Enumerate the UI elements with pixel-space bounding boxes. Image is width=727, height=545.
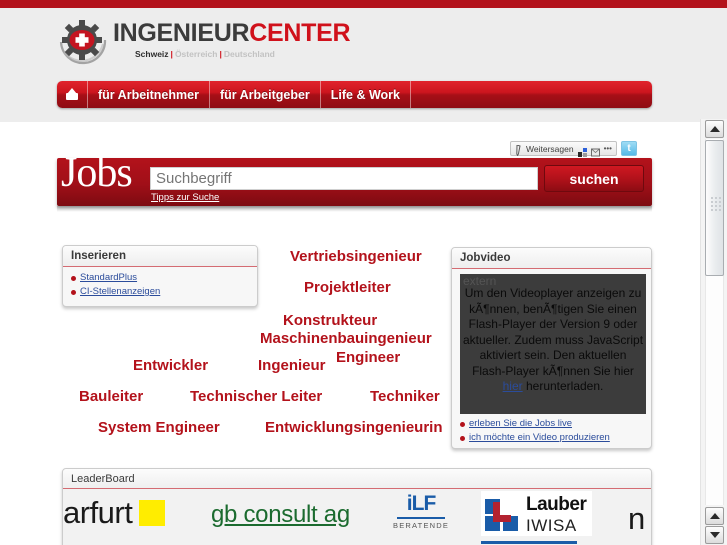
tag-cloud-item[interactable]: Engineer: [336, 350, 400, 365]
sponsor-logo-partial[interactable]: n: [628, 503, 645, 534]
jobs-heading: Jobs: [61, 150, 133, 196]
sponsor-lauber-line1: Lauber: [526, 494, 587, 515]
jobvideo-panel: Jobvideo extern Um den Videoplayer anzei…: [451, 247, 652, 449]
search-tips-link[interactable]: Tipps zur Suche: [151, 192, 219, 203]
leaderboard-body: arfurt gb consult ag iLF BERATENDE Laube…: [63, 489, 651, 545]
bullet-icon: [460, 435, 465, 441]
sponsor-partial-text: n: [628, 501, 646, 536]
sponsor-gb-text: gb consult ag: [211, 501, 350, 528]
tag-cloud-item[interactable]: Technischer Leiter: [190, 389, 322, 404]
sponsor-logo-gb-consult-ag[interactable]: gb consult ag: [211, 503, 350, 527]
chevron-up-icon: [709, 126, 720, 132]
list-item[interactable]: erleben Sie die Jobs live: [460, 418, 645, 430]
list-item[interactable]: ich möchte ein Video produzieren: [460, 432, 645, 444]
nav-item-home[interactable]: [57, 81, 88, 108]
logo-wordmark: INGENIEURCENTER: [113, 19, 351, 47]
job-tag-cloud: Vertriebsingenieur Projektleiter Konstrukt…: [62, 240, 447, 445]
sponsor-logo-lauber-iwisa[interactable]: Lauber IWISA: [481, 491, 593, 536]
share-network-icon[interactable]: [577, 144, 587, 157]
leaderboard-panel: LeaderBoard arfurt gb consult ag iLF BER…: [62, 468, 652, 545]
sponsor-arfurt-text: arfurt: [63, 495, 133, 530]
tag-cloud-item[interactable]: Konstrukteur: [283, 313, 377, 328]
jobvideo-title: Jobvideo: [452, 248, 651, 269]
tag-cloud-item[interactable]: Projektleiter: [304, 280, 391, 295]
sponsor-ilf-rule: [397, 517, 446, 519]
share-button[interactable]: Weitersagen •••: [510, 141, 617, 157]
share-bar: Weitersagen ••• t: [510, 141, 637, 157]
chevron-up-icon: [709, 513, 720, 519]
scroll-up-button[interactable]: [705, 120, 724, 138]
link-jobs-live[interactable]: erleben Sie die Jobs live: [469, 418, 572, 430]
nav-item-fuer-arbeitnehmer[interactable]: für Arbeitnehmer: [88, 81, 210, 108]
tag-cloud-item[interactable]: Vertriebsingenieur: [290, 249, 422, 264]
sponsor-lauber-line2: IWISA: [526, 516, 577, 535]
home-icon: [66, 88, 78, 100]
site-logo[interactable]: INGENIEURCENTER Schweiz | Österreich | Deuts…: [57, 16, 351, 70]
twitter-icon[interactable]: t: [620, 141, 637, 156]
flash-download-link[interactable]: hier: [503, 379, 523, 393]
sponsor-arfurt-accent-square: [139, 499, 166, 526]
banner-shadow: [57, 206, 652, 212]
tag-cloud-item[interactable]: Entwickler: [133, 358, 208, 373]
tag-cloud-item[interactable]: Ingenieur: [258, 358, 326, 373]
logo-sep-2: |: [219, 49, 222, 59]
logo-country-deutschland: Deutschland: [223, 49, 275, 59]
tag-cloud-item[interactable]: Maschinenbauingenieur: [260, 331, 432, 346]
vertical-scrollbar[interactable]: [700, 119, 727, 545]
link-video-produzieren[interactable]: ich möchte ein Video produzieren: [469, 432, 610, 444]
sponsor-ilf-text: iLF: [406, 492, 436, 515]
flash-required-message: Um den Videoplayer anzeigen zu kÃ¶nnen, …: [460, 286, 646, 395]
scroll-up-button-bottom[interactable]: [705, 507, 724, 525]
flash-message-after: herunterladen.: [522, 379, 604, 393]
share-label: Weitersagen: [526, 143, 574, 154]
scrollbar-grip-icon: [711, 197, 721, 211]
scrollbar-thumb[interactable]: [705, 140, 724, 276]
email-share-icon[interactable]: [590, 144, 600, 157]
main-navigation: für Arbeitnehmer für Arbeitgeber Life & …: [57, 81, 652, 108]
nav-item-fuer-arbeitgeber[interactable]: für Arbeitgeber: [210, 81, 321, 108]
video-player-placeholder[interactable]: extern Um den Videoplayer anzeigen zu kÃ…: [460, 274, 646, 414]
search-submit-button[interactable]: suchen: [544, 165, 644, 192]
logo-country-oesterreich: Österreich: [174, 49, 218, 59]
leaderboard-title: LeaderBoard: [63, 469, 651, 489]
search-input[interactable]: [150, 167, 538, 190]
sponsor-logo-arfurt[interactable]: arfurt: [63, 495, 166, 530]
bullet-icon: [460, 421, 465, 427]
chevron-down-icon: [709, 532, 720, 538]
pencil-icon: [515, 143, 522, 157]
logo-sep-1: |: [170, 49, 173, 59]
more-share-options-icon[interactable]: •••: [604, 144, 612, 153]
gear-swiss-cross-icon: [57, 18, 109, 66]
logo-word-ingenieur: INGENIEUR: [113, 19, 250, 47]
tag-cloud-item[interactable]: Techniker: [370, 389, 440, 404]
lauber-accent-bar: [481, 541, 577, 544]
logo-countries: Schweiz | Österreich | Deutschland: [135, 50, 350, 59]
flash-message-before: Um den Videoplayer anzeigen zu kÃ¶nnen, …: [462, 286, 644, 378]
scroll-down-button[interactable]: [705, 526, 724, 544]
tag-cloud-item[interactable]: Entwicklungsingenieurin: [265, 420, 443, 435]
nav-filler: [411, 81, 652, 108]
tag-cloud-item[interactable]: System Engineer: [98, 420, 220, 435]
logo-word-center: CENTER: [249, 19, 351, 47]
top-red-bar: [0, 0, 727, 8]
nav-item-life-and-work[interactable]: Life & Work: [321, 81, 412, 108]
logo-country-schweiz: Schweiz: [135, 49, 169, 59]
page-root: INGENIEURCENTER Schweiz | Österreich | Deuts…: [0, 0, 727, 545]
tag-cloud-item[interactable]: Bauleiter: [79, 389, 143, 404]
job-search-banner: Jobs suchen Tipps zur Suche: [57, 152, 652, 206]
lauber-mark-icon: [485, 498, 521, 531]
jobvideo-body: extern Um den Videoplayer anzeigen zu kÃ…: [452, 269, 651, 452]
sponsor-logo-ilf[interactable]: iLF BERATENDE: [393, 493, 449, 530]
sponsor-ilf-subtitle: BERATENDE: [393, 521, 450, 530]
